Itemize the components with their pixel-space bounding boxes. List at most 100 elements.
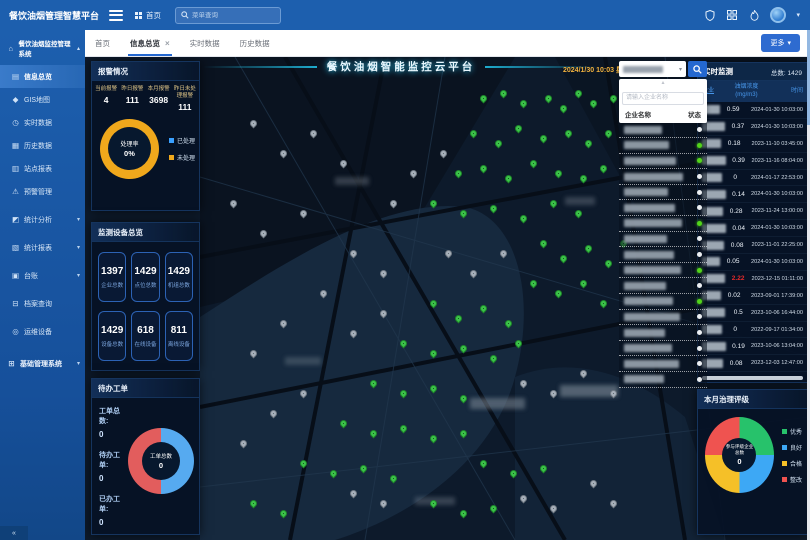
realtime-row[interactable]: 0.022023-09-01 17:39:00	[698, 288, 807, 305]
realtime-row[interactable]: 0.142024-01-30 10:03:00	[698, 186, 807, 203]
more-button[interactable]: 更多 ▾	[761, 34, 800, 52]
workorder-donut-chart: 工单总数 0	[128, 428, 194, 494]
company-row[interactable]	[619, 154, 707, 170]
alarm-panel-title: 报警情况	[92, 62, 199, 81]
search-icon	[181, 11, 189, 19]
realtime-row[interactable]: 0.392023-11-16 08:04:00	[698, 153, 807, 170]
company-name-input[interactable]	[622, 92, 704, 105]
menu-search-input[interactable]	[192, 12, 272, 19]
device-stat-label: 机组总数	[168, 281, 190, 289]
density-value: 0.08	[724, 242, 750, 249]
apps-icon[interactable]	[726, 9, 738, 21]
company-row[interactable]	[619, 138, 707, 154]
alarm-stats: 当前报警4昨日报警111本月报警3698昨日未处理报警111	[92, 81, 199, 114]
sidebar-item-stat-report[interactable]: ▧统计报表▾	[0, 236, 85, 259]
legend-label: 整改	[790, 475, 802, 484]
realtime-row[interactable]: 0.082023-12-03 12:47:00	[698, 355, 807, 372]
tab-实时数据[interactable]: 实时数据	[190, 30, 220, 56]
workorder-panel: 待办工单 工单总数:0待办工单:0已办工单:0 工单总数 0	[91, 378, 200, 535]
realtime-row[interactable]: 0.042024-01-30 10:03:00	[698, 220, 807, 237]
menu-toggle-icon[interactable]	[109, 10, 123, 21]
reading-time: 2023-12-03 12:47:00	[749, 360, 803, 366]
realtime-row[interactable]: 02022-09-17 01:34:00	[698, 322, 807, 339]
company-list	[619, 123, 707, 388]
chevron-up-icon[interactable]: ▴	[622, 80, 704, 86]
company-row[interactable]	[619, 200, 707, 216]
company-row[interactable]	[619, 325, 707, 341]
company-row[interactable]	[619, 372, 707, 388]
tab-label: 信息总览	[130, 38, 160, 49]
company-row[interactable]	[619, 232, 707, 248]
more-label: 更多	[770, 38, 784, 48]
realtime-row[interactable]: 0.182023-11-10 03:45:00	[698, 136, 807, 153]
realtime-title: 实时监测	[703, 66, 733, 77]
sidebar-item-realtime-data[interactable]: ◷实时数据	[0, 111, 85, 134]
reading-time: 2022-09-17 01:34:00	[748, 327, 803, 333]
horizontal-scrollbar[interactable]	[702, 376, 803, 380]
density-value: 0.18	[721, 140, 747, 147]
realtime-table-head: 企业 油烟浓度 (mg/m3) 时间	[698, 81, 807, 102]
density-value: 0.28	[723, 208, 749, 215]
company-row[interactable]	[619, 278, 707, 294]
company-row[interactable]	[619, 247, 707, 263]
company-row[interactable]	[619, 356, 707, 372]
sidebar-root-menu[interactable]: ⌂ 餐饮油烟监控管理系统 ▴	[0, 30, 85, 65]
redacted-company-name	[624, 173, 683, 181]
rating-donut-value: 0	[723, 457, 755, 466]
close-tab-icon[interactable]: ×	[165, 39, 170, 48]
tab-历史数据[interactable]: 历史数据	[240, 30, 270, 56]
user-avatar[interactable]	[770, 7, 786, 23]
sidebar-item-alarm-manage[interactable]: ⚠预警管理	[0, 180, 85, 203]
shield-icon[interactable]	[704, 9, 716, 21]
sidebar-item-history-data[interactable]: ▦历史数据	[0, 134, 85, 157]
realtime-row[interactable]: 2.222023-12-15 01:11:00	[698, 271, 807, 288]
realtime-row[interactable]: 0.372024-01-30 10:03:00	[698, 119, 807, 136]
company-row[interactable]	[619, 310, 707, 326]
company-row[interactable]	[619, 341, 707, 357]
realtime-row[interactable]: 0.082023-11-01 22:25:00	[698, 237, 807, 254]
sidebar-item-label: 基础管理系统	[20, 359, 62, 369]
chevron-down-icon[interactable]: ▾	[796, 11, 800, 19]
home-breadcrumb[interactable]: 首页	[135, 10, 161, 21]
status-dot-online	[697, 143, 702, 148]
sidebar-collapse-button[interactable]: «	[0, 526, 28, 540]
realtime-row[interactable]: 0.192023-10-06 13:04:00	[698, 338, 807, 355]
sidebar-item-overview[interactable]: ▤信息总览	[0, 65, 85, 88]
sidebar-item-ledger[interactable]: ▣台账▾	[0, 264, 85, 287]
sidebar-item-stat-analysis[interactable]: ◩统计分析▾	[0, 208, 85, 231]
company-row[interactable]	[619, 294, 707, 310]
company-row[interactable]	[619, 169, 707, 185]
workorder-stat-value: 0	[99, 518, 128, 527]
realtime-row[interactable]: 02024-01-17 22:53:00	[698, 170, 807, 187]
realtime-row[interactable]: 0.592024-01-30 10:03:00	[698, 102, 807, 119]
sidebar-item-label: 档案查询	[24, 299, 52, 309]
density-value: 0.59	[720, 106, 746, 113]
company-select[interactable]: ▾	[619, 61, 686, 77]
realtime-row[interactable]: 0.052024-01-30 10:03:00	[698, 254, 807, 271]
company-row[interactable]	[619, 263, 707, 279]
alarm-stat-value: 3698	[146, 95, 172, 105]
rating-donut-chart: 参与评级企业总数 0	[705, 417, 774, 493]
device-panel-title: 监测设备总览	[92, 223, 199, 242]
flame-icon[interactable]	[748, 9, 760, 21]
sidebar-item-archive[interactable]: ⊟档案查询	[0, 292, 85, 315]
tab-信息总览[interactable]: 信息总览 ×	[130, 30, 170, 56]
company-row[interactable]	[619, 216, 707, 232]
sidebar-item-gis-map[interactable]: ◆GIS地图	[0, 88, 85, 111]
sidebar-item-base-system[interactable]: ⊞基础管理系统▾	[0, 352, 85, 375]
realtime-row[interactable]: 0.282023-11-24 13:00:00	[698, 203, 807, 220]
company-row[interactable]	[619, 123, 707, 139]
sidebar-item-label: GIS地图	[24, 95, 50, 105]
sidebar-item-site-report[interactable]: ▥站点报表	[0, 157, 85, 180]
menu-search-box[interactable]	[175, 7, 281, 24]
legend-label: 未处理	[177, 153, 195, 162]
company-row[interactable]	[619, 185, 707, 201]
realtime-row[interactable]: 0.52023-10-06 16:44:00	[698, 305, 807, 322]
map-banner: 餐饮油烟智能监控云平台	[203, 59, 599, 74]
realtime-total: 总数: 1429	[771, 67, 802, 77]
sidebar-item-ops-device[interactable]: ◎运维设备	[0, 320, 85, 343]
company-search-button[interactable]	[688, 61, 707, 77]
status-dot-online	[697, 299, 702, 304]
redacted-company-name	[624, 360, 679, 368]
tab-首页[interactable]: 首页	[95, 30, 110, 56]
